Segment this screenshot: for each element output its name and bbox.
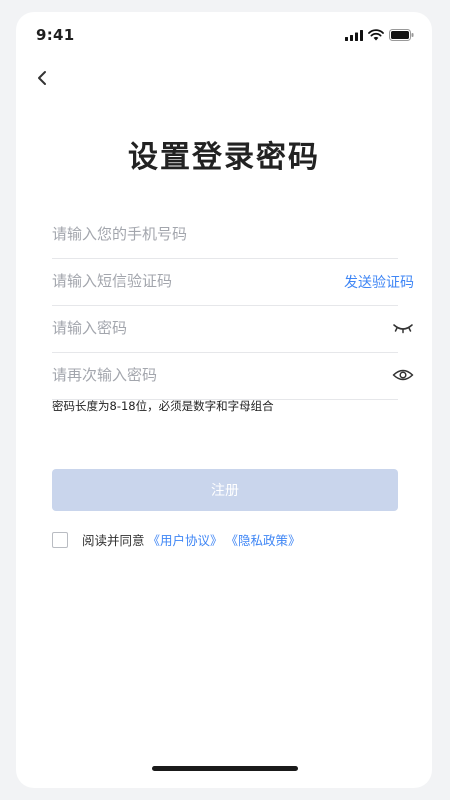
battery-icon xyxy=(389,29,414,41)
privacy-policy-link[interactable]: 《隐私政策》 xyxy=(226,530,301,549)
phone-field xyxy=(52,211,398,259)
confirm-password-visibility-toggle[interactable] xyxy=(392,366,414,384)
password-field xyxy=(52,305,413,353)
sms-code-field: 发送验证码 xyxy=(52,258,414,306)
agreement-checkbox[interactable] xyxy=(52,531,68,548)
sms-code-input[interactable] xyxy=(52,258,322,304)
register-button[interactable]: 注册 xyxy=(52,469,398,511)
confirm-password-input[interactable] xyxy=(52,352,322,398)
send-code-button[interactable]: 发送验证码 xyxy=(344,272,414,292)
signal-icon xyxy=(345,29,363,41)
status-time: 9:41 xyxy=(36,26,75,44)
home-indicator xyxy=(152,766,298,771)
password-input[interactable] xyxy=(52,305,322,351)
back-button[interactable] xyxy=(30,66,54,90)
user-agreement-link[interactable]: 《用户协议》 xyxy=(148,530,223,549)
eye-closed-icon xyxy=(393,324,413,334)
status-icons xyxy=(345,29,414,41)
agreement-prefix: 阅读并同意 xyxy=(82,533,145,548)
agreement-row: 阅读并同意 《用户协议》 《隐私政策》 xyxy=(52,530,301,549)
confirm-password-field xyxy=(52,352,414,400)
chevron-left-icon xyxy=(38,71,46,85)
password-hint: 密码长度为8-18位，必须是数字和字母组合 xyxy=(52,399,274,413)
wifi-icon xyxy=(368,29,384,41)
phone-input[interactable] xyxy=(52,211,322,257)
phone-screen: 9:41 设置登录密码 请输入您的手机号码 请输入短信验证码 发送验证码 密码长… xyxy=(16,12,432,788)
password-visibility-toggle[interactable] xyxy=(392,319,414,337)
page-title: 设置登录密码 xyxy=(128,140,320,175)
status-bar: 9:41 xyxy=(16,12,432,56)
eye-open-icon xyxy=(392,369,414,381)
